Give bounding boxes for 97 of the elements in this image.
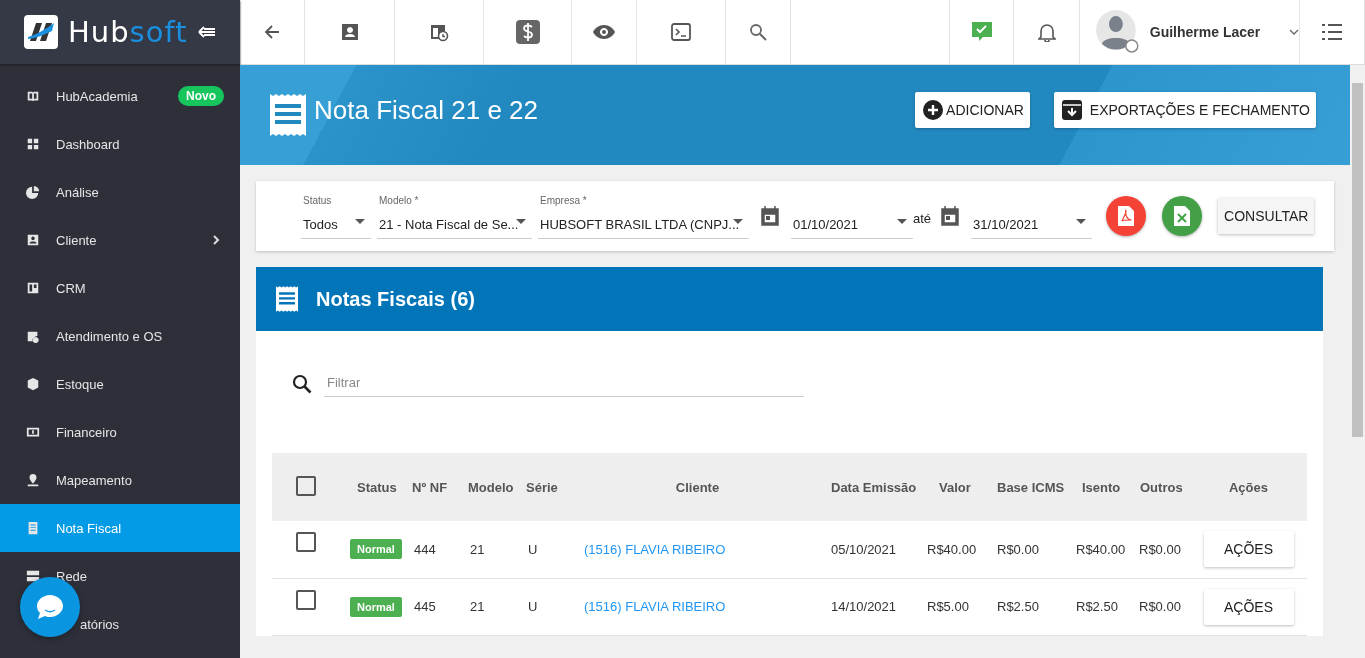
- menu-icon: [1322, 24, 1342, 40]
- calendar-icon[interactable]: [941, 206, 960, 226]
- terminal-icon: [671, 23, 691, 41]
- consult-button[interactable]: CONSULTAR: [1218, 198, 1315, 234]
- excel-button[interactable]: [1162, 196, 1203, 236]
- table-cell: R$0.00: [1139, 541, 1181, 557]
- board-icon: [26, 281, 40, 295]
- dollar-icon: [515, 20, 540, 44]
- caret-icon: [1289, 29, 1299, 35]
- search-icon: [749, 23, 767, 41]
- column-header: Status: [357, 479, 397, 495]
- book-icon: [26, 89, 40, 103]
- add-button[interactable]: ADICIONAR: [915, 92, 1030, 128]
- nav-item[interactable]: atórios: [0, 600, 240, 648]
- cash-icon: [26, 425, 40, 439]
- status-select[interactable]: Status Todos: [301, 193, 371, 239]
- column-header: Outros: [1140, 479, 1183, 495]
- export-button[interactable]: EXPORTAÇÕES E FECHAMENTO: [1053, 92, 1316, 128]
- page-title: Nota Fiscal 21 e 22: [314, 94, 538, 126]
- table-cell: 14/10/2021: [831, 599, 897, 614]
- avatar-icon: [1096, 10, 1140, 54]
- receipt-icon: [270, 94, 306, 136]
- tasks-button[interactable]: [949, 0, 1014, 64]
- date-to-field[interactable]: 31/10/2021: [971, 193, 1093, 239]
- server-icon: [26, 569, 40, 583]
- row-checkbox[interactable]: [296, 589, 316, 610]
- nav-item[interactable]: Dashboard: [0, 120, 240, 168]
- nav-item[interactable]: Cliente: [0, 216, 240, 264]
- model-select[interactable]: Modelo * 21 - Nota Fiscal de Se...: [377, 193, 532, 239]
- spreadsheet-file-icon: [1174, 206, 1191, 226]
- column-header: Ações: [1229, 479, 1268, 495]
- table-cell: 444: [414, 541, 436, 557]
- nav-item[interactable]: HubAcademia Novo: [0, 72, 240, 120]
- column-header: Série: [526, 479, 558, 495]
- pdf-file-icon: [1118, 206, 1135, 226]
- chat-icon: [35, 593, 65, 621]
- nav-item[interactable]: Atendimento e OS: [0, 312, 240, 360]
- table-cell: R$2.50: [1076, 599, 1118, 614]
- nav-item[interactable]: Financeiro: [0, 408, 240, 456]
- nav-item[interactable]: Mapeamento: [0, 456, 240, 504]
- table-cell: R$40.00: [927, 541, 977, 557]
- brand-name: Hubsoft: [68, 15, 188, 49]
- column-header: Modelo: [468, 479, 514, 495]
- company-select[interactable]: Empresa * HUBSOFT BRASIL LTDA (CNPJ...: [538, 193, 749, 239]
- select-all-checkbox[interactable]: [296, 475, 316, 496]
- nav-item[interactable]: CRM: [0, 264, 240, 312]
- table-cell: R$0.00: [1139, 599, 1181, 614]
- actions-button[interactable]: AÇÕES: [1203, 531, 1294, 568]
- eye-icon: [593, 25, 615, 39]
- archive-icon: [1061, 100, 1082, 120]
- nav-item[interactable]: Estoque: [0, 360, 240, 408]
- receipt-icon: [276, 286, 298, 312]
- table-cell: R$5.00: [927, 599, 969, 614]
- nav-item[interactable]: Rede: [0, 552, 240, 600]
- row-checkbox[interactable]: [296, 532, 316, 552]
- card-title: Notas Fiscais (6): [316, 287, 475, 311]
- table-cell: 445: [414, 599, 436, 614]
- chevron-icon: [212, 234, 220, 246]
- calendar-icon[interactable]: [761, 206, 779, 226]
- receipt-icon: [26, 521, 40, 535]
- table-cell: U: [528, 599, 538, 614]
- actions-button[interactable]: AÇÕES: [1203, 588, 1294, 625]
- calendar-clock-icon: [429, 22, 449, 42]
- status-badge: Normal: [350, 596, 402, 617]
- status-badge: Normal: [350, 539, 402, 560]
- logo-icon: [24, 15, 58, 49]
- nav-item[interactable]: Análise: [0, 168, 240, 216]
- back-arrow-icon: [263, 23, 281, 41]
- calendar-clock-icon: [26, 329, 40, 343]
- date-from-field[interactable]: 01/10/2021: [791, 193, 913, 239]
- table-cell: 21: [470, 599, 485, 614]
- date-separator: até: [913, 210, 932, 226]
- contact-card-icon: [340, 23, 359, 41]
- column-header: Nº NF: [412, 479, 448, 495]
- table-cell: 21: [470, 541, 485, 557]
- table-cell: R$2.50: [997, 599, 1039, 614]
- column-header: Cliente: [675, 479, 720, 495]
- table-cell: R$40.00: [1076, 541, 1126, 557]
- collapse-icon[interactable]: [197, 25, 216, 39]
- new-badge: Novo: [178, 86, 224, 106]
- table-cell: U: [528, 541, 538, 557]
- pdf-button[interactable]: [1106, 196, 1147, 236]
- table-cell: 05/10/2021: [831, 541, 897, 557]
- table-cell: R$0.00: [997, 541, 1039, 557]
- box-icon: [26, 377, 40, 391]
- contact-card-icon: [26, 233, 40, 247]
- column-header: Isento: [1082, 479, 1121, 495]
- pie-chart-icon: [26, 185, 40, 199]
- column-header: Valor: [939, 479, 971, 495]
- column-header: Data Emissão: [831, 479, 917, 495]
- chat-check-icon: [971, 22, 992, 42]
- map-pin-icon: [26, 473, 40, 487]
- bell-icon: [1037, 22, 1056, 42]
- search-icon: [292, 374, 312, 394]
- plus-icon: [923, 100, 944, 120]
- grid-icon: [26, 137, 40, 151]
- column-header: Base ICMS: [997, 479, 1065, 495]
